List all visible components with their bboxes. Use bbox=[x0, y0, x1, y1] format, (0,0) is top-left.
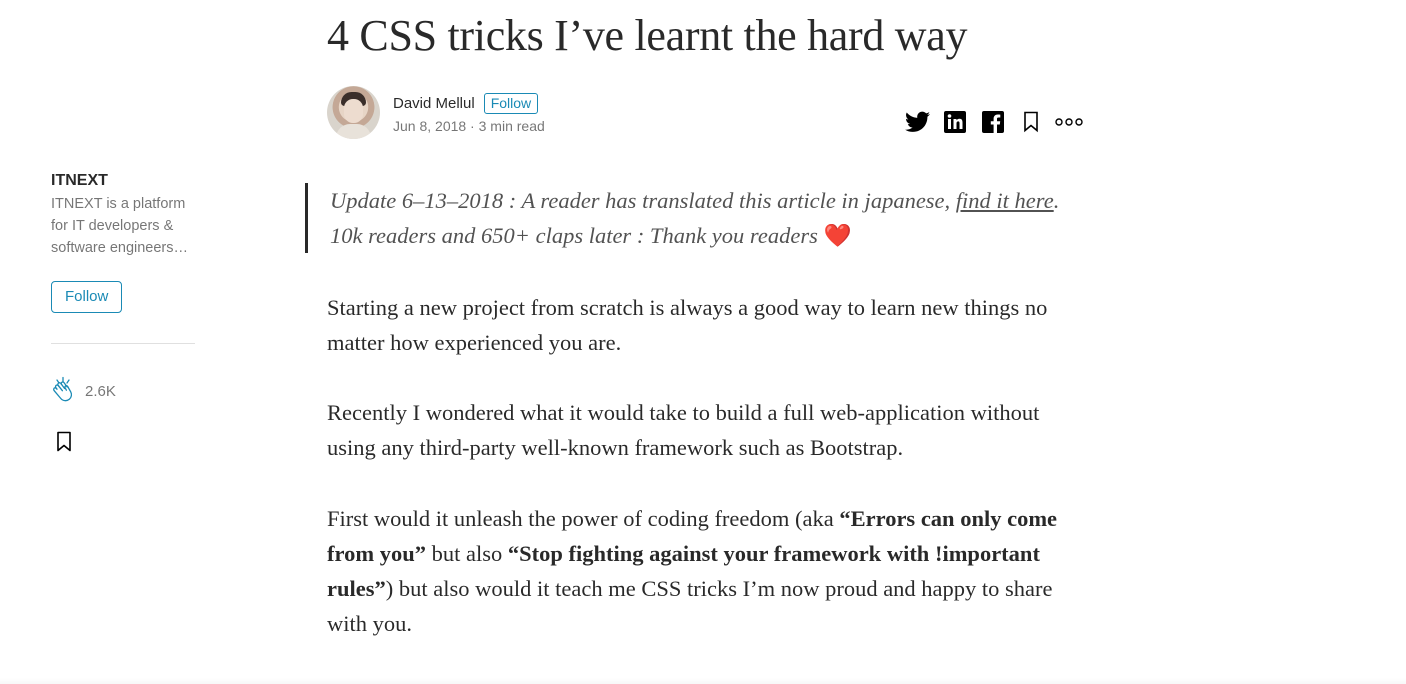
follow-author-button[interactable]: Follow bbox=[483, 92, 539, 114]
avatar-shirt bbox=[336, 123, 371, 139]
publication-name[interactable]: ITNEXT bbox=[51, 172, 196, 190]
sidebar-bookmark-icon[interactable] bbox=[55, 431, 75, 453]
meta-separator: · bbox=[466, 118, 479, 134]
byline-meta: Jun 8, 2018 · 3 min read bbox=[393, 118, 545, 134]
quote-text-before: Update 6–13–2018 : A reader has translat… bbox=[330, 188, 956, 213]
linkedin-icon[interactable] bbox=[941, 108, 969, 136]
publication-description: ITNEXT is a platform for IT developers &… bbox=[51, 196, 189, 256]
follow-publication-button[interactable]: Follow bbox=[51, 281, 123, 313]
byline: David Mellul Follow Jun 8, 2018 · 3 min … bbox=[327, 85, 545, 139]
clap-icon[interactable] bbox=[51, 375, 77, 408]
p3-text-a: First would it unleash the power of codi… bbox=[327, 506, 840, 531]
bottom-shadow bbox=[0, 678, 1406, 684]
update-blockquote: Update 6–13–2018 : A reader has translat… bbox=[305, 183, 1080, 253]
clap-count: 2.6K bbox=[85, 383, 116, 400]
sidebar-divider bbox=[51, 343, 195, 344]
p3-text-c: but also bbox=[425, 541, 508, 566]
share-bar bbox=[903, 108, 1083, 136]
publication-sidebar: ITNEXT ITNEXT is a platform for IT devel… bbox=[51, 170, 196, 453]
twitter-icon[interactable] bbox=[903, 108, 931, 136]
publish-date: Jun 8, 2018 bbox=[393, 118, 467, 134]
author-avatar[interactable] bbox=[327, 85, 380, 139]
find-it-here-link[interactable]: find it here bbox=[956, 188, 1054, 213]
read-time: 3 min read bbox=[478, 118, 545, 134]
paragraph-3: First would it unleash the power of codi… bbox=[327, 501, 1067, 641]
author-name[interactable]: David Mellul bbox=[393, 95, 475, 112]
byline-author-row: David Mellul Follow bbox=[393, 90, 545, 116]
more-icon[interactable] bbox=[1055, 108, 1083, 136]
clap-row: 2.6K bbox=[51, 375, 196, 408]
bookmark-icon[interactable] bbox=[1017, 108, 1045, 136]
article-title: 4 CSS tricks I’ve learnt the hard way bbox=[327, 11, 968, 60]
paragraph-2: Recently I wondered what it would take t… bbox=[327, 400, 1040, 460]
p3-text-e: ) but also would it teach me CSS tricks … bbox=[327, 576, 1053, 636]
avatar-face bbox=[344, 98, 363, 123]
paragraph-1: Starting a new project from scratch is a… bbox=[327, 295, 1048, 355]
facebook-icon[interactable] bbox=[979, 108, 1007, 136]
byline-text: David Mellul Follow Jun 8, 2018 · 3 min … bbox=[393, 90, 545, 134]
heart-emoji: ❤️ bbox=[823, 223, 852, 248]
